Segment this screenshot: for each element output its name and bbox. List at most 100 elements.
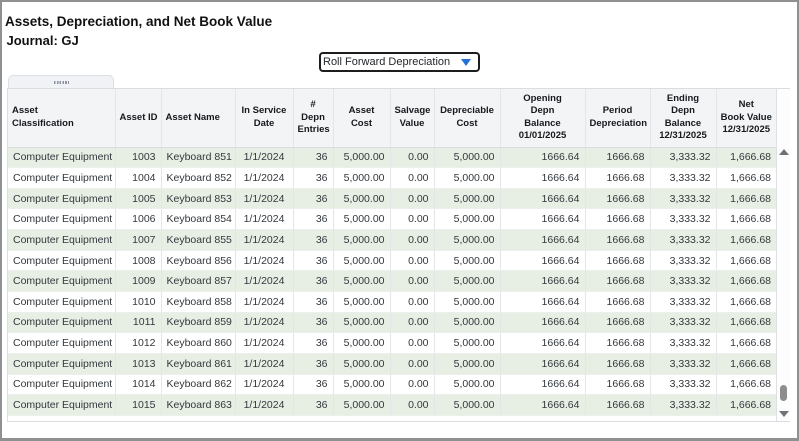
cell-asset-name: Keyboard 855 — [161, 230, 235, 251]
cell-net-book-value: 1,666.68 — [716, 230, 776, 251]
column-header-asset-cost[interactable]: Asset Cost — [333, 89, 390, 147]
table-header-row: Asset ClassificationAsset IDAsset NameIn… — [8, 89, 776, 147]
cell-period-depreciation: 1666.68 — [585, 250, 650, 271]
cell-net-book-value: 1,666.68 — [716, 291, 776, 312]
cell-asset-cost: 5,000.00 — [333, 312, 390, 333]
cell-depn-entries: 36 — [293, 271, 333, 292]
cell-asset-id: 1009 — [115, 271, 161, 292]
cell-ending-depn-balance: 3,333.32 — [650, 395, 716, 416]
page-title: Assets, Depreciation, and Net Book Value — [5, 14, 272, 29]
table-row: Computer Equipment1006Keyboard 8541/1/20… — [8, 209, 776, 230]
table-row: Computer Equipment1005Keyboard 8531/1/20… — [8, 188, 776, 209]
cell-ending-depn-balance: 3,333.32 — [650, 230, 716, 251]
cell-depreciable-cost: 5,000.00 — [434, 230, 500, 251]
assets-table: Asset ClassificationAsset IDAsset NameIn… — [8, 89, 776, 416]
cell-asset-classification: Computer Equipment — [8, 312, 115, 333]
cell-asset-id: 1008 — [115, 250, 161, 271]
cell-asset-classification: Computer Equipment — [8, 209, 115, 230]
cell-asset-id: 1004 — [115, 168, 161, 189]
column-header-in-service-date[interactable]: In Service Date — [235, 89, 293, 147]
column-header-opening-depn-balance[interactable]: Opening Depn Balance 01/01/2025 — [500, 89, 585, 147]
table-row: Computer Equipment1011Keyboard 8591/1/20… — [8, 312, 776, 333]
column-header-asset-classification[interactable]: Asset Classification — [8, 89, 115, 147]
column-header-depreciable-cost[interactable]: Depreciable Cost — [434, 89, 500, 147]
report-type-select[interactable]: Roll Forward Depreciation — [319, 52, 480, 72]
cell-depn-entries: 36 — [293, 168, 333, 189]
cell-in-service-date: 1/1/2024 — [235, 395, 293, 416]
cell-ending-depn-balance: 3,333.32 — [650, 333, 716, 354]
cell-asset-name: Keyboard 852 — [161, 168, 235, 189]
cell-period-depreciation: 1666.68 — [585, 168, 650, 189]
cell-asset-classification: Computer Equipment — [8, 291, 115, 312]
cell-asset-cost: 5,000.00 — [333, 271, 390, 292]
cell-in-service-date: 1/1/2024 — [235, 168, 293, 189]
cell-net-book-value: 1,666.68 — [716, 209, 776, 230]
cell-ending-depn-balance: 3,333.32 — [650, 188, 716, 209]
cell-in-service-date: 1/1/2024 — [235, 147, 293, 168]
cell-asset-id: 1014 — [115, 374, 161, 395]
table-row: Computer Equipment1004Keyboard 8521/1/20… — [8, 168, 776, 189]
cell-asset-name: Keyboard 854 — [161, 209, 235, 230]
cell-salvage-value: 0.00 — [390, 250, 434, 271]
cell-asset-name: Keyboard 858 — [161, 291, 235, 312]
cell-asset-classification: Computer Equipment — [8, 168, 115, 189]
cell-opening-depn-balance: 1666.64 — [500, 209, 585, 230]
table-row: Computer Equipment1003Keyboard 8511/1/20… — [8, 147, 776, 168]
scrollbar-thumb[interactable] — [780, 385, 787, 401]
cell-ending-depn-balance: 3,333.32 — [650, 312, 716, 333]
cell-asset-classification: Computer Equipment — [8, 230, 115, 251]
cell-opening-depn-balance: 1666.64 — [500, 147, 585, 168]
column-header-ending-depn-balance[interactable]: Ending Depn Balance 12/31/2025 — [650, 89, 716, 147]
cell-salvage-value: 0.00 — [390, 374, 434, 395]
table-row: Computer Equipment1009Keyboard 8571/1/20… — [8, 271, 776, 292]
column-header-salvage-value[interactable]: Salvage Value — [390, 89, 434, 147]
table-row: Computer Equipment1012Keyboard 8601/1/20… — [8, 333, 776, 354]
cell-asset-cost: 5,000.00 — [333, 230, 390, 251]
cell-in-service-date: 1/1/2024 — [235, 333, 293, 354]
cell-asset-classification: Computer Equipment — [8, 271, 115, 292]
cell-opening-depn-balance: 1666.64 — [500, 333, 585, 354]
cell-asset-id: 1006 — [115, 209, 161, 230]
cell-salvage-value: 0.00 — [390, 312, 434, 333]
cell-period-depreciation: 1666.68 — [585, 291, 650, 312]
table-row: Computer Equipment1008Keyboard 8561/1/20… — [8, 250, 776, 271]
cell-ending-depn-balance: 3,333.32 — [650, 374, 716, 395]
cell-in-service-date: 1/1/2024 — [235, 353, 293, 374]
vertical-scrollbar[interactable] — [776, 89, 790, 421]
cell-depreciable-cost: 5,000.00 — [434, 168, 500, 189]
cell-asset-name: Keyboard 859 — [161, 312, 235, 333]
cell-ending-depn-balance: 3,333.32 — [650, 209, 716, 230]
column-header-net-book-value[interactable]: Net Book Value 12/31/2025 — [716, 89, 776, 147]
cell-opening-depn-balance: 1666.64 — [500, 291, 585, 312]
cell-asset-classification: Computer Equipment — [8, 188, 115, 209]
cell-depn-entries: 36 — [293, 250, 333, 271]
column-header-asset-id[interactable]: Asset ID — [115, 89, 161, 147]
column-header-period-depreciation[interactable]: Period Depreciation — [585, 89, 650, 147]
cell-asset-id: 1012 — [115, 333, 161, 354]
scroll-up-button[interactable] — [777, 145, 790, 159]
cell-opening-depn-balance: 1666.64 — [500, 168, 585, 189]
cell-depn-entries: 36 — [293, 188, 333, 209]
cell-net-book-value: 1,666.68 — [716, 353, 776, 374]
cell-net-book-value: 1,666.68 — [716, 333, 776, 354]
cell-asset-classification: Computer Equipment — [8, 147, 115, 168]
cell-period-depreciation: 1666.68 — [585, 147, 650, 168]
cell-asset-name: Keyboard 856 — [161, 250, 235, 271]
cell-asset-classification: Computer Equipment — [8, 374, 115, 395]
cell-ending-depn-balance: 3,333.32 — [650, 291, 716, 312]
scroll-down-button[interactable] — [777, 407, 790, 421]
cell-opening-depn-balance: 1666.64 — [500, 395, 585, 416]
column-header-asset-name[interactable]: Asset Name — [161, 89, 235, 147]
cell-net-book-value: 1,666.68 — [716, 395, 776, 416]
column-header-depn-entries[interactable]: # Depn Entries — [293, 89, 333, 147]
cell-net-book-value: 1,666.68 — [716, 250, 776, 271]
cell-depn-entries: 36 — [293, 291, 333, 312]
cell-in-service-date: 1/1/2024 — [235, 188, 293, 209]
cell-in-service-date: 1/1/2024 — [235, 312, 293, 333]
cell-period-depreciation: 1666.68 — [585, 271, 650, 292]
cell-period-depreciation: 1666.68 — [585, 209, 650, 230]
cell-period-depreciation: 1666.68 — [585, 312, 650, 333]
cell-depreciable-cost: 5,000.00 — [434, 209, 500, 230]
cell-in-service-date: 1/1/2024 — [235, 374, 293, 395]
table-drag-tab[interactable] — [8, 75, 114, 88]
